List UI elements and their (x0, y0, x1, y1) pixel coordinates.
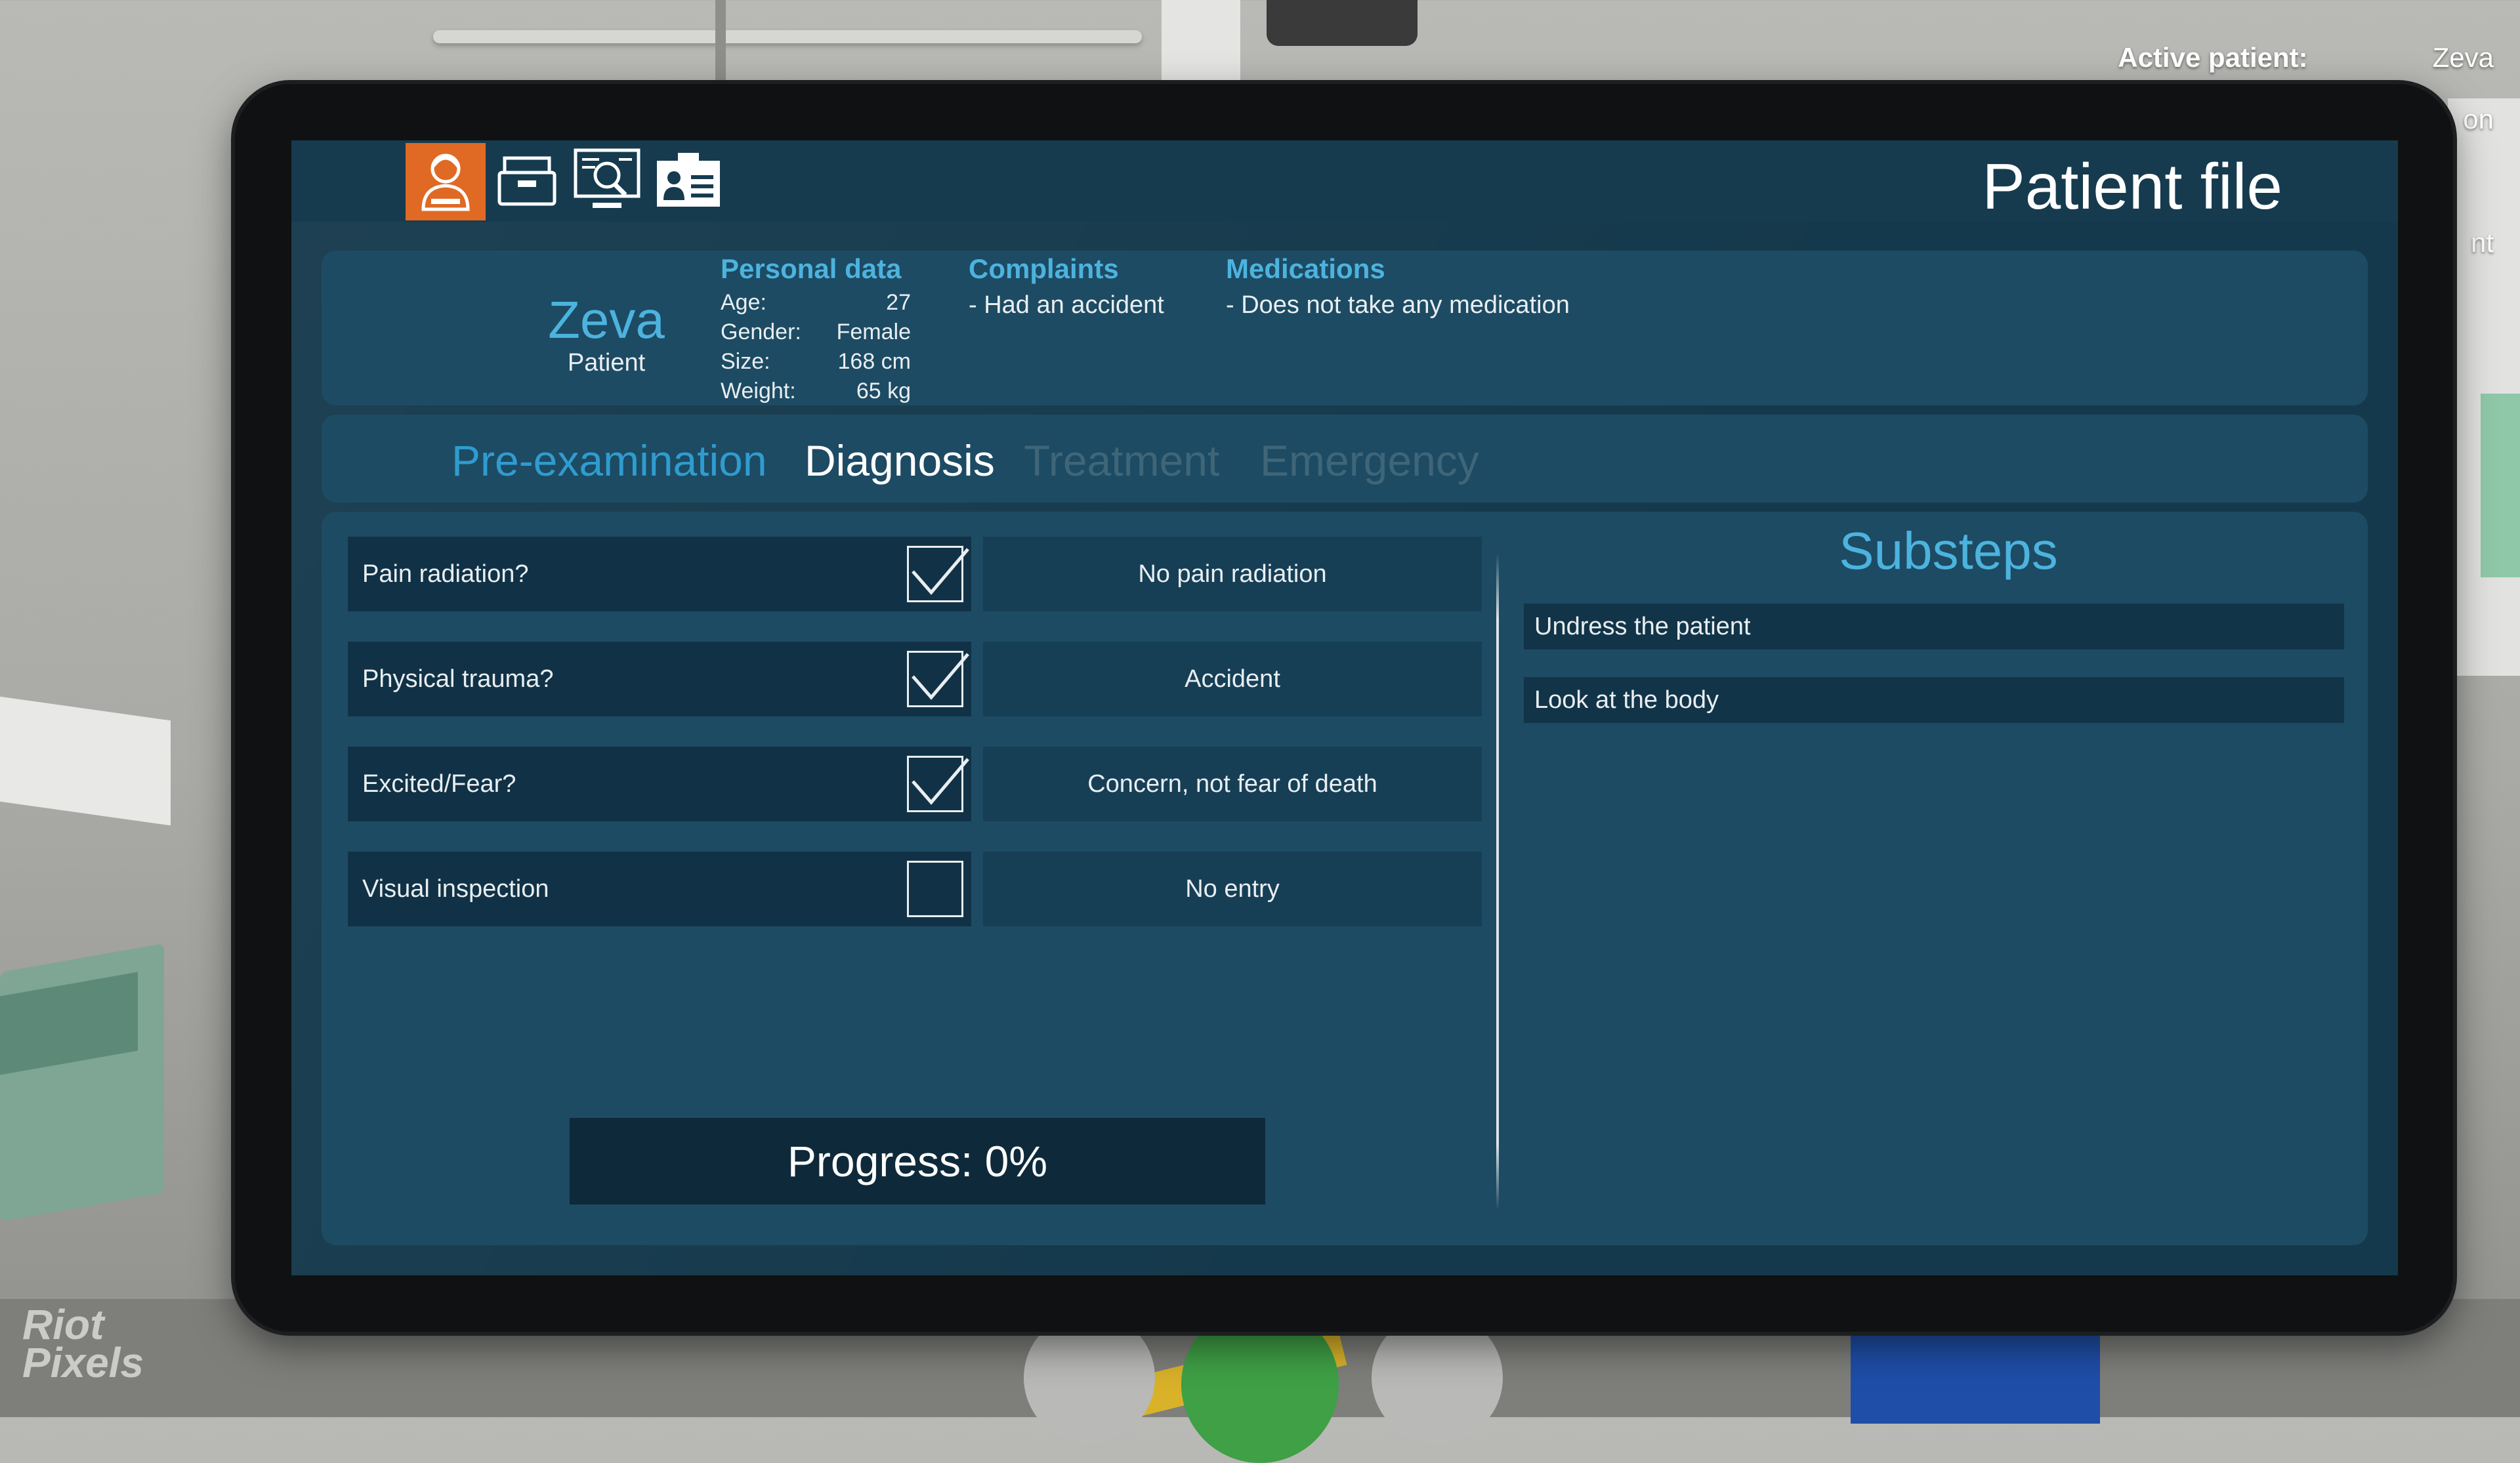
page-title: Patient file (1982, 150, 2282, 222)
monitor-search-icon (573, 148, 641, 216)
active-patient-hud: Active patient: Zeva (2118, 42, 2494, 73)
question-label: Physical trauma? (362, 665, 554, 693)
question-checkbox[interactable] (907, 861, 963, 917)
question-row: Excited/Fear? (348, 747, 971, 821)
question-checkbox[interactable] (907, 546, 969, 602)
nav-id-card-button[interactable] (648, 143, 728, 220)
patient-file-screen: Patient file Zeva Patient Personal data … (291, 140, 2398, 1275)
tab-diagnosis[interactable]: Diagnosis (805, 436, 995, 485)
question-label: Visual inspection (362, 875, 549, 903)
question-checkbox[interactable] (907, 756, 969, 812)
question-label: Excited/Fear? (362, 770, 516, 798)
personal-field-gender: Gender: Female (721, 319, 911, 345)
hud-partial-line: nt (2470, 227, 2494, 258)
substeps-title: Substeps (1839, 522, 2058, 580)
medications-title: Medications (1226, 253, 1385, 284)
nav-patient-button[interactable] (406, 143, 486, 220)
cart (0, 696, 171, 826)
complaint-item: - Had an accident (969, 291, 1164, 319)
tab-emergency[interactable]: Emergency (1260, 436, 1479, 485)
patient-role: Patient (567, 349, 646, 377)
radial-button-right[interactable] (1372, 1312, 1503, 1443)
equipment-stand (1162, 0, 1240, 92)
answer-box[interactable]: No pain radiation (983, 537, 1482, 611)
personal-field-weight: Weight: 65 kg (721, 379, 911, 404)
question-checkbox[interactable] (907, 651, 969, 707)
substep-item[interactable]: Undress the patient (1524, 604, 2344, 649)
nav-monitor-button[interactable] (567, 143, 647, 220)
radial-button-left[interactable] (1024, 1312, 1155, 1443)
id-card-icon (656, 152, 721, 211)
personal-data-title: Personal data (721, 253, 902, 284)
substep-item[interactable]: Look at the body (1524, 677, 2344, 723)
field-label: Gender: (721, 319, 801, 344)
patient-icon (418, 149, 473, 215)
watermark-logo: Riot Pixels (22, 1301, 144, 1386)
complaints-title: Complaints (969, 253, 1119, 284)
field-value: 27 (886, 290, 911, 315)
wall-cabinet (2448, 98, 2520, 676)
personal-field-age: Age: 27 (721, 290, 911, 316)
question-label: Pain radiation? (362, 560, 529, 588)
active-patient-label: Active patient: (2118, 42, 2308, 73)
archive-icon (495, 153, 558, 211)
personal-field-size: Size: 168 cm (721, 349, 911, 375)
question-row: Physical trauma? (348, 642, 971, 716)
tab-treatment[interactable]: Treatment (1024, 436, 1219, 485)
hud-partial-line: on (2463, 104, 2494, 134)
panel-divider (1496, 554, 1499, 1210)
progress-indicator: Progress: 0% (570, 1118, 1265, 1205)
active-patient-value: Zeva (2432, 42, 2494, 73)
field-value: Female (836, 319, 911, 344)
monitor-box (1267, 0, 1418, 46)
field-value: 65 kg (856, 379, 911, 403)
wall-panel (2481, 394, 2520, 577)
nav-archive-button[interactable] (487, 143, 567, 220)
question-row: Pain radiation? (348, 537, 971, 611)
field-label: Size: (721, 349, 770, 374)
field-label: Age: (721, 290, 766, 315)
answer-box[interactable]: Concern, not fear of death (983, 747, 1482, 821)
tab-pre-examination[interactable]: Pre-examination (452, 436, 767, 485)
answer-box[interactable]: No entry (983, 852, 1482, 926)
blue-equipment (1851, 1319, 2100, 1424)
medication-item: - Does not take any medication (1226, 291, 1570, 319)
field-label: Weight: (721, 379, 796, 403)
question-row: Visual inspection (348, 852, 971, 926)
top-bar: Patient file (291, 140, 2398, 222)
patient-name: Zeva (548, 291, 665, 349)
field-value: 168 cm (837, 349, 912, 374)
answer-box[interactable]: Accident (983, 642, 1482, 716)
ceiling-rail (433, 30, 1142, 43)
